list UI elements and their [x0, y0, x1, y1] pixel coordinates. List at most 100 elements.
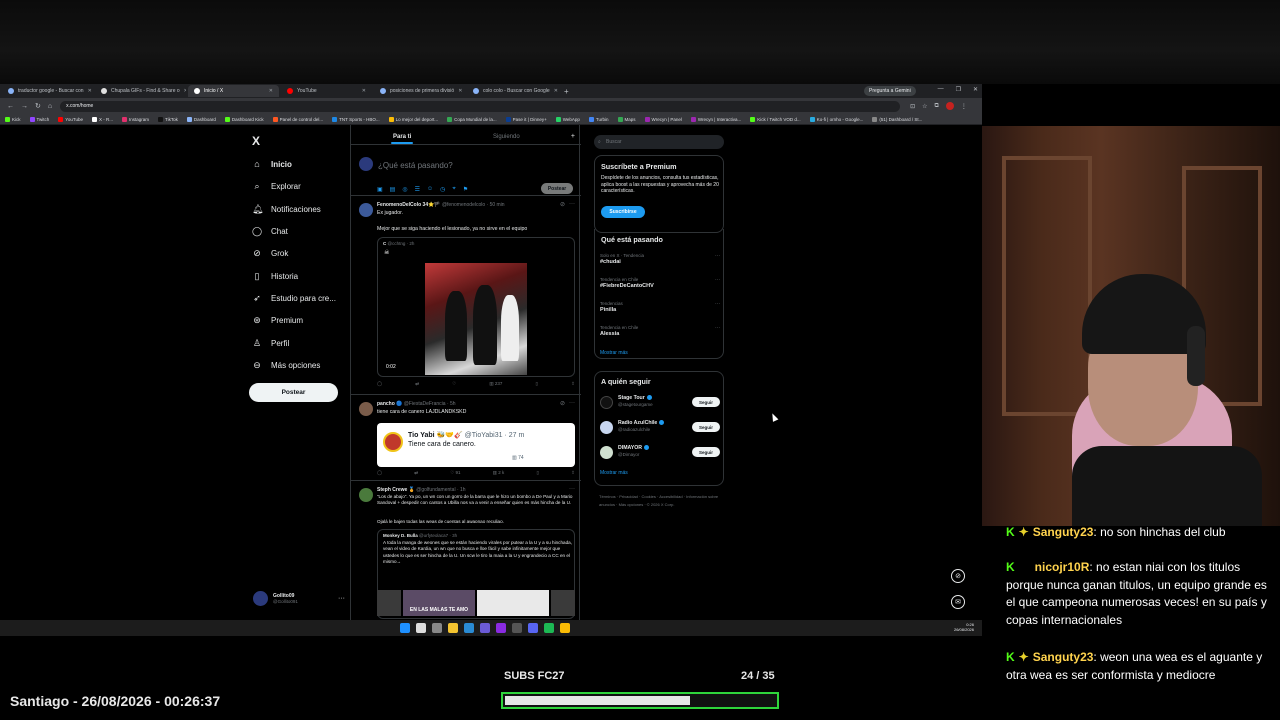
reply-icon[interactable]: ◯ — [377, 381, 382, 387]
bookmark-item[interactable]: (51) Dashboard / St... — [872, 116, 922, 122]
close-tab-icon[interactable]: ✕ — [458, 88, 462, 94]
bookmark-item[interactable]: Wrecyn | Interactiva... — [690, 116, 741, 122]
video-player[interactable] — [425, 263, 527, 375]
settings-icon[interactable] — [432, 623, 442, 633]
app-icon[interactable] — [480, 623, 490, 633]
bookmark-item[interactable]: Copa Mundial de la... — [447, 116, 497, 122]
subscribe-button[interactable]: Suscribirse — [601, 206, 645, 218]
nav-inicio[interactable]: ⌂ Inicio — [252, 157, 292, 171]
install-icon[interactable]: ⊡ — [910, 103, 915, 110]
bookmark-item[interactable]: Ko-fi | ornho - Google... — [809, 116, 863, 122]
nav-estudio[interactable]: ➶ Estudio para cre... — [252, 291, 336, 305]
retweet-icon[interactable]: ⇄ — [414, 470, 418, 476]
share-icon[interactable]: ⇪ — [571, 381, 575, 387]
thumbnail[interactable] — [477, 590, 549, 616]
tab-posiciones[interactable]: posiciones de primera divisió ✕ — [374, 85, 465, 97]
windows-start-icon[interactable] — [400, 623, 410, 633]
post-button[interactable]: Postear — [249, 383, 338, 402]
search-input[interactable]: ⌕ Buscar — [594, 135, 724, 149]
bookmark-item[interactable]: Kick / Twitch VOD d... — [750, 116, 801, 122]
bookmark-item[interactable]: TNT Sports - HBO... — [332, 116, 380, 122]
more-icon[interactable]: ··· — [715, 253, 720, 259]
reload-icon[interactable]: ↻ — [35, 102, 41, 110]
nav-grok[interactable]: ⊘ Grok — [252, 246, 288, 260]
back-icon[interactable]: ← — [7, 103, 14, 110]
show-more-link[interactable]: Mostrar más — [600, 470, 628, 476]
messages-float-icon[interactable]: ✉ — [951, 595, 965, 609]
store-icon[interactable] — [464, 623, 474, 633]
bookmark-item[interactable]: Pase it | Dinney+ — [505, 116, 547, 122]
tab-chupala[interactable]: Chupala GIFs - Find & Share o ✕ — [95, 85, 186, 97]
spotify-icon[interactable] — [544, 623, 554, 633]
more-icon[interactable]: ··· — [569, 486, 575, 492]
flag-icon[interactable]: ⚑ — [463, 186, 468, 193]
bookmark-item[interactable]: Dashboard Kick — [224, 116, 264, 122]
quoted-tweet-card[interactable]: Tio Yabi 🐝🤝🎸 @TioYabi31 · 27 m Tiene car… — [377, 423, 575, 467]
bookmark-item[interactable]: Twitch — [29, 116, 49, 122]
minimize-icon[interactable]: — — [938, 86, 944, 93]
tab-x-home[interactable]: Inicio / X ✕ — [188, 85, 279, 97]
share-icon[interactable]: ⇪ — [571, 470, 575, 476]
trend-item[interactable]: Solo en X · Tendencia #chudai ··· — [600, 253, 720, 265]
grok-float-icon[interactable]: ⊘ — [951, 569, 965, 583]
nav-historia[interactable]: ▯ Historia — [252, 269, 299, 283]
nav-notificaciones[interactable]: 🔔︎ Notificaciones — [252, 202, 321, 216]
search-icon[interactable] — [416, 623, 426, 633]
bookmark-item[interactable]: Panel de control del... — [272, 116, 323, 122]
quoted-tweet[interactable]: C @cchtng · 2h ☠ 0:02 — [377, 237, 575, 377]
footer-links[interactable]: Términos · Privacidad · Cookies · Accesi… — [599, 493, 719, 509]
tab-colo-colo[interactable]: colo colo - Buscar con Google ✕ — [467, 85, 558, 97]
bookmark-item[interactable]: X - R... — [91, 116, 113, 122]
tweet[interactable]: FenomenoDelColo 34⭐🏴 @fenomenodelcolo · … — [351, 197, 581, 395]
grok-icon[interactable]: ⊘ — [560, 400, 565, 407]
gif-icon[interactable]: ▤ — [390, 186, 396, 193]
bookmark-item[interactable]: TikTok — [158, 116, 178, 122]
bookmark-icon[interactable]: ▯ — [536, 470, 538, 476]
follow-button[interactable]: Seguir — [692, 397, 720, 407]
retweet-icon[interactable]: ⇄ — [415, 381, 419, 387]
folder-icon[interactable] — [448, 623, 458, 633]
tab-siguiendo[interactable]: Siguiendo — [493, 134, 520, 140]
follow-suggestion[interactable]: Radio AzulChile @radioazulchile Seguir — [600, 419, 722, 435]
gemini-button[interactable]: Pregunta a Gemini — [864, 86, 916, 96]
thumbnail[interactable] — [551, 590, 575, 616]
tab-traductor[interactable]: traductor google - Buscar con ✕ — [2, 85, 93, 97]
bookmark-item[interactable]: YouTube — [58, 116, 83, 122]
x-logo[interactable]: X — [252, 134, 260, 148]
media-thumbnails[interactable]: EN LAS MALAS TE AMO — [377, 590, 575, 616]
discord-icon[interactable] — [528, 623, 538, 633]
nav-mas-opciones[interactable]: ⊖ Más opciones — [252, 358, 320, 372]
close-tab-icon[interactable]: ✕ — [362, 88, 366, 94]
image-icon[interactable]: ▣ — [377, 186, 383, 193]
more-icon[interactable]: ··· — [715, 325, 720, 331]
bookmark-item[interactable]: Instagram — [121, 116, 149, 122]
poll-icon[interactable]: ☰ — [415, 186, 420, 193]
more-icon[interactable]: ··· — [569, 201, 575, 207]
like-icon[interactable]: ♡ — [452, 381, 456, 387]
location-icon[interactable]: ⌖ — [452, 186, 455, 193]
nav-perfil[interactable]: ♙ Perfil — [252, 336, 289, 350]
more-icon[interactable]: ··· — [338, 595, 345, 602]
nav-chat[interactable]: ◯ Chat — [252, 224, 288, 238]
bookmark-item[interactable]: Turbin — [588, 116, 609, 122]
trend-item[interactable]: Tendencia en Chile #FiebreDeCantoCHV ··· — [600, 277, 720, 289]
grok-icon[interactable]: ⊘ — [560, 201, 565, 208]
nav-explorar[interactable]: ⌕ Explorar — [252, 179, 300, 193]
close-tab-icon[interactable]: ✕ — [88, 88, 92, 94]
capcut-icon[interactable] — [512, 623, 522, 633]
chrome-icon[interactable] — [560, 623, 570, 633]
plus-icon[interactable]: + — [571, 133, 575, 140]
bookmark-item[interactable]: Maps — [617, 116, 636, 122]
more-icon[interactable]: ··· — [715, 301, 720, 307]
maximize-icon[interactable]: ❐ — [956, 86, 961, 93]
like-icon[interactable]: ♡ 91 — [450, 470, 460, 476]
close-window-icon[interactable]: ✕ — [973, 86, 978, 93]
bookmark-item[interactable]: Lo mejor del deport... — [388, 116, 438, 122]
close-tab-icon[interactable]: ✕ — [269, 88, 273, 94]
views-icon[interactable]: ▥ 237 — [489, 381, 502, 387]
app-icon[interactable] — [496, 623, 506, 633]
star-bookmark-icon[interactable]: ☆ — [922, 103, 927, 110]
schedule-icon[interactable]: ◷ — [440, 186, 445, 193]
trend-item[interactable]: Tendencias Pinilla ··· — [600, 301, 720, 313]
more-icon[interactable]: ··· — [715, 277, 720, 283]
